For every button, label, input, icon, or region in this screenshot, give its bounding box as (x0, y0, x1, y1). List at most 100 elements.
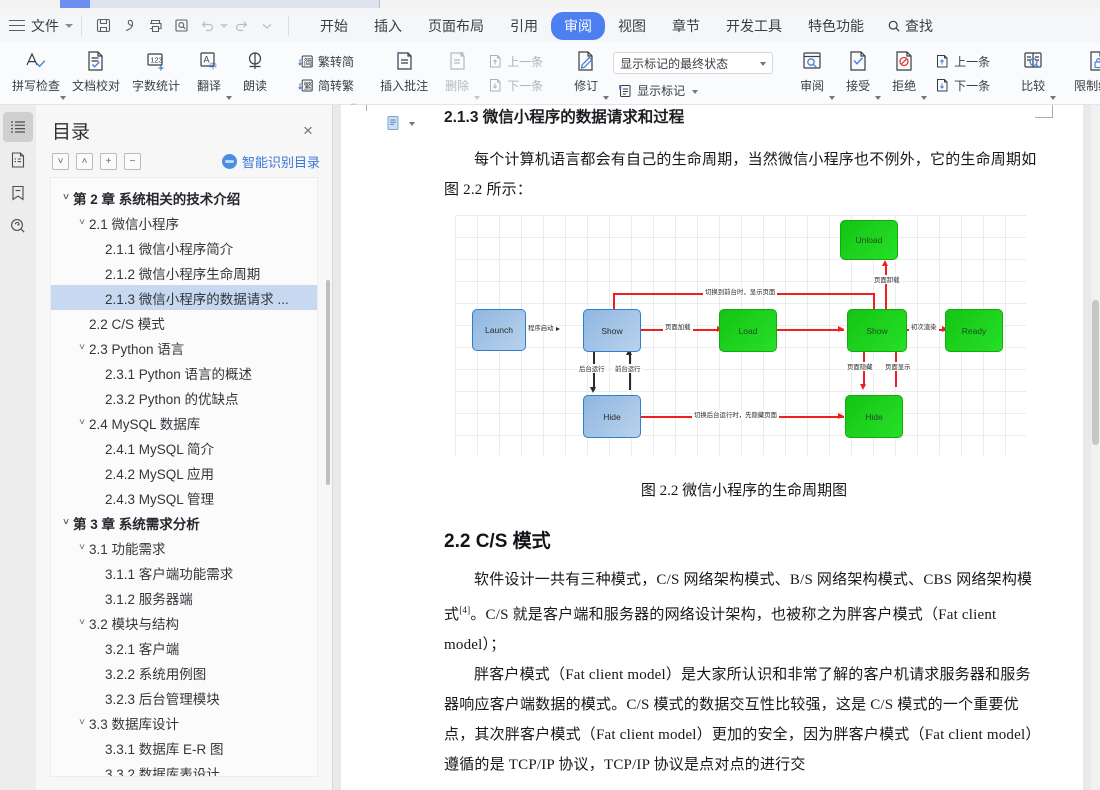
compare-dropdown-icon[interactable] (1050, 96, 1056, 100)
outline-item[interactable]: ˅第 2 章 系统相关的技术介绍 (51, 185, 317, 210)
chevron-down-icon[interactable]: ˅ (75, 217, 89, 228)
outline-item[interactable]: ˅2.4 MySQL 数据库 (51, 410, 317, 435)
save-icon[interactable] (90, 13, 116, 39)
tab-references[interactable]: 引用 (497, 12, 551, 40)
tab-start[interactable]: 开始 (307, 12, 361, 40)
compare-button[interactable]: 比较 (1010, 45, 1056, 96)
tab-featured[interactable]: 特色功能 (795, 12, 877, 40)
trad-to-simp-button[interactable]: 简 繁转简 (294, 51, 358, 72)
outline-item[interactable]: 2.2 C/S 模式 (51, 310, 317, 335)
track-changes-dropdown-icon[interactable] (603, 96, 609, 100)
paste-options-dropdown-icon[interactable] (409, 122, 415, 126)
outline-item[interactable]: 3.2.2 系统用例图 (51, 660, 317, 685)
sidebar-item-bookmark[interactable] (3, 178, 33, 208)
track-changes-button[interactable]: 修订 (563, 45, 609, 96)
insert-comment-button[interactable]: 插入批注 (374, 45, 434, 96)
document-tab[interactable] (60, 0, 380, 8)
outline-list[interactable]: ˅第 2 章 系统相关的技术介绍˅2.1 微信小程序2.1.1 微信小程序简介2… (50, 177, 318, 777)
read-aloud-button[interactable]: 朗读 (232, 45, 278, 96)
accept-dropdown-icon[interactable] (875, 96, 881, 100)
outline-item[interactable]: 2.1.3 微信小程序的数据请求 ... (51, 285, 317, 310)
undo-dropdown-icon[interactable] (220, 24, 228, 28)
outline-item[interactable]: 2.4.3 MySQL 管理 (51, 485, 317, 510)
outline-item[interactable]: ˅3.2 模块与结构 (51, 610, 317, 635)
translate-dropdown-icon[interactable] (226, 96, 232, 100)
outline-item[interactable]: ˅3.1 功能需求 (51, 535, 317, 560)
outline-scrollbar-thumb[interactable] (326, 280, 330, 485)
expand-all-button[interactable]: ˅ (52, 153, 69, 170)
outline-item[interactable]: ˅第 3 章 系统需求分析 (51, 510, 317, 535)
node-show-blue[interactable]: Show (583, 309, 641, 352)
collapse-all-button[interactable]: ˄ (76, 153, 93, 170)
increase-level-button[interactable]: + (100, 153, 117, 170)
outline-item[interactable]: 2.3.1 Python 语言的概述 (51, 360, 317, 385)
outline-item[interactable]: 2.1.1 微信小程序简介 (51, 235, 317, 260)
document-scrollbar-thumb[interactable] (1092, 300, 1099, 445)
chevron-down-icon[interactable] (65, 24, 73, 28)
reject-button[interactable]: 拒绝 (881, 45, 927, 96)
doc-proofread-button[interactable]: 文档校对 (66, 45, 126, 96)
tab-chapter[interactable]: 章节 (659, 12, 713, 40)
smart-outline-button[interactable]: 智能识别目录 (222, 152, 320, 171)
outline-item[interactable]: 3.3.1 数据库 E-R 图 (51, 735, 317, 760)
next-change-button[interactable]: 下一条 (931, 75, 994, 96)
restrict-edit-button[interactable]: 限制编辑 (1068, 45, 1100, 96)
document-scrollbar[interactable] (1091, 105, 1100, 790)
sidebar-item-find-replace[interactable] (3, 211, 33, 241)
outline-item[interactable]: 3.2.3 后台管理模块 (51, 685, 317, 710)
outline-item[interactable]: 3.1.1 客户端功能需求 (51, 560, 317, 585)
figure-lifecycle-diagram[interactable]: 程序启动 后台运行 前台运行 页面加载 切换到前台时，显示页面 (455, 215, 1026, 455)
outline-item[interactable]: 3.3.2 数据库表设计 (51, 760, 317, 777)
spellcheck-button[interactable]: 拼写检查 (6, 45, 66, 96)
redo-icon[interactable] (228, 13, 254, 39)
sidebar-item-pages[interactable] (3, 145, 33, 175)
outline-item[interactable]: 2.4.1 MySQL 简介 (51, 435, 317, 460)
delete-comment-button[interactable]: 删除 (434, 45, 480, 96)
node-launch[interactable]: Launch (472, 309, 526, 351)
quick-access-customize-icon[interactable] (254, 13, 280, 39)
reviewing-pane-button[interactable]: 审阅 (789, 45, 835, 96)
node-hide-green[interactable]: Hide (845, 395, 903, 438)
tab-page-layout[interactable]: 页面布局 (415, 12, 497, 40)
close-icon[interactable]: × (298, 121, 318, 141)
document-canvas[interactable]: 2.1.3 微信小程序的数据请求和过程 每个计算机语言都会有自己的生命周期，当然… (333, 105, 1100, 790)
show-markup-dropdown-icon[interactable] (692, 90, 698, 94)
prev-comment-button[interactable]: 上一条 (484, 51, 547, 72)
chevron-down-icon[interactable]: ˅ (59, 517, 73, 528)
tab-view[interactable]: 视图 (605, 12, 659, 40)
chevron-down-icon[interactable]: ˅ (75, 342, 89, 353)
spellcheck-dropdown-icon[interactable] (60, 96, 66, 100)
outline-item[interactable]: 2.3.2 Python 的优缺点 (51, 385, 317, 410)
node-show-green[interactable]: Show (847, 309, 907, 352)
chevron-down-icon[interactable]: ˅ (75, 417, 89, 428)
reject-dropdown-icon[interactable] (921, 96, 927, 100)
tab-developer-tools[interactable]: 开发工具 (713, 12, 795, 40)
chevron-down-icon[interactable]: ˅ (75, 617, 89, 628)
translate-button[interactable]: A 中 翻译 (186, 45, 232, 96)
reviewing-pane-dropdown-icon[interactable] (829, 96, 835, 100)
outline-item[interactable]: 3.1.2 服务器端 (51, 585, 317, 610)
outline-item[interactable]: 2.4.2 MySQL 应用 (51, 460, 317, 485)
print-search-icon[interactable] (168, 13, 194, 39)
sidebar-item-outline[interactable] (3, 112, 33, 142)
document-tab-strip[interactable] (0, 0, 1100, 9)
chevron-down-icon[interactable]: ˅ (59, 192, 73, 203)
file-menu-button[interactable]: 文件 (31, 16, 59, 36)
accept-button[interactable]: 接受 (835, 45, 881, 96)
print-icon[interactable] (142, 13, 168, 39)
outline-item[interactable]: 2.1.2 微信小程序生命周期 (51, 260, 317, 285)
outline-item[interactable]: ˅2.1 微信小程序 (51, 210, 317, 235)
word-count-button[interactable]: 123 字数统计 (126, 45, 186, 96)
print-preview-icon[interactable] (116, 13, 142, 39)
chevron-down-icon[interactable]: ˅ (75, 542, 89, 553)
display-for-review-select[interactable]: 显示标记的最终状态 (613, 52, 773, 74)
outline-item[interactable]: ˅3.3 数据库设计 (51, 710, 317, 735)
tab-review[interactable]: 审阅 (551, 12, 605, 40)
prev-change-button[interactable]: 上一条 (931, 51, 994, 72)
find-button[interactable]: 查找 (877, 12, 943, 40)
node-hide-blue[interactable]: Hide (583, 395, 641, 438)
paste-options-button[interactable] (386, 115, 415, 131)
undo-icon[interactable] (194, 13, 220, 39)
menu-icon[interactable] (9, 20, 25, 32)
chevron-down-icon[interactable]: ˅ (75, 717, 89, 728)
